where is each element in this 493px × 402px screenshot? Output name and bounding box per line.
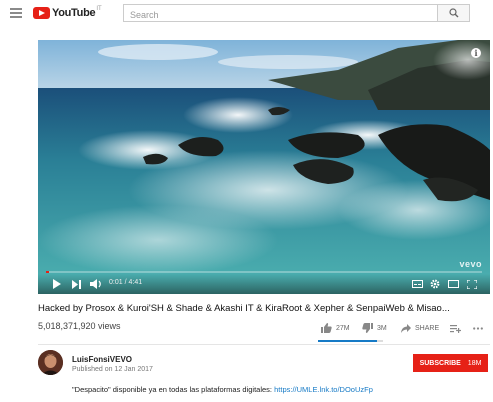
info-icon[interactable]: i xyxy=(471,48,481,58)
search-input[interactable] xyxy=(124,7,437,23)
avatar[interactable] xyxy=(38,350,63,375)
subscriber-count: 18M xyxy=(467,359,482,367)
progress-bar[interactable] xyxy=(46,271,482,273)
thumbs-up-icon xyxy=(321,323,332,333)
more-icon xyxy=(473,326,483,330)
settings-icon xyxy=(430,279,440,289)
description: "Despacito" disponible ya en todas las p… xyxy=(72,385,373,394)
share-icon xyxy=(401,323,411,333)
add-to-playlist-button[interactable] xyxy=(450,321,461,335)
search-button[interactable] xyxy=(437,4,470,22)
video-frame xyxy=(38,40,490,294)
masthead: YouTube IT xyxy=(0,0,493,26)
dislike-button[interactable]: 3M xyxy=(362,321,387,335)
time-display: 0:01 / 4:41 xyxy=(109,279,142,286)
menu-icon[interactable] xyxy=(10,8,22,18)
like-count: 27M xyxy=(336,324,350,332)
divider xyxy=(38,344,490,345)
theater-button[interactable] xyxy=(447,278,459,290)
search-box xyxy=(123,4,437,23)
sentiment-bar-fill xyxy=(318,340,377,342)
dislike-count: 3M xyxy=(377,324,387,332)
view-count: 5,018,371,920 views xyxy=(38,321,121,331)
fullscreen-button[interactable] xyxy=(466,278,478,290)
share-label: SHARE xyxy=(415,324,440,332)
channel-avatar-image xyxy=(38,350,63,375)
time-separator: / xyxy=(124,279,127,286)
youtube-logo-icon xyxy=(33,7,50,19)
subscribe-label: SUBSCRIBE xyxy=(419,359,461,367)
published-date: Published on 12 Jan 2017 xyxy=(72,366,153,373)
player-controls: 0:01 / 4:41 xyxy=(38,274,490,294)
vevo-watermark: vevo xyxy=(459,259,482,269)
subscribe-button[interactable]: SUBSCRIBE 18M xyxy=(413,354,488,372)
fullscreen-icon xyxy=(467,279,477,289)
next-button[interactable] xyxy=(70,278,82,290)
volume-icon xyxy=(90,279,101,289)
description-link[interactable]: https://UMLE.lnk.to/DOoUzFp xyxy=(274,385,373,394)
thumbs-down-icon xyxy=(362,323,373,333)
settings-button[interactable] xyxy=(429,278,441,290)
theater-icon xyxy=(447,280,459,288)
more-actions-button[interactable] xyxy=(473,321,483,335)
search-icon xyxy=(448,8,458,18)
video-title: Hacked by Prosox & Kuroi'SH & Shade & Ak… xyxy=(38,303,450,314)
logo-region: IT xyxy=(96,6,102,12)
logo-text: YouTube xyxy=(52,7,96,19)
share-button[interactable]: SHARE xyxy=(401,321,439,335)
subtitles-button[interactable] xyxy=(411,278,423,290)
subtitles-icon xyxy=(411,280,423,288)
progress-bar-fill xyxy=(46,271,50,273)
video-player[interactable]: i vevo 0:01 / 4:41 xyxy=(38,40,490,294)
add-to-playlist-icon xyxy=(450,324,461,333)
sentiment-bar xyxy=(318,340,383,342)
time-current: 0:01 xyxy=(109,279,123,286)
next-icon xyxy=(71,279,81,289)
play-button[interactable] xyxy=(50,278,62,290)
channel-name[interactable]: LuisFonsiVEVO xyxy=(72,355,132,364)
volume-button[interactable] xyxy=(89,278,103,290)
like-button[interactable]: 27M xyxy=(321,321,350,335)
youtube-logo[interactable]: YouTube IT xyxy=(33,6,102,20)
description-text: "Despacito" disponible ya en todas las p… xyxy=(72,385,275,394)
play-icon xyxy=(52,279,61,289)
time-total: 4:41 xyxy=(128,279,143,286)
